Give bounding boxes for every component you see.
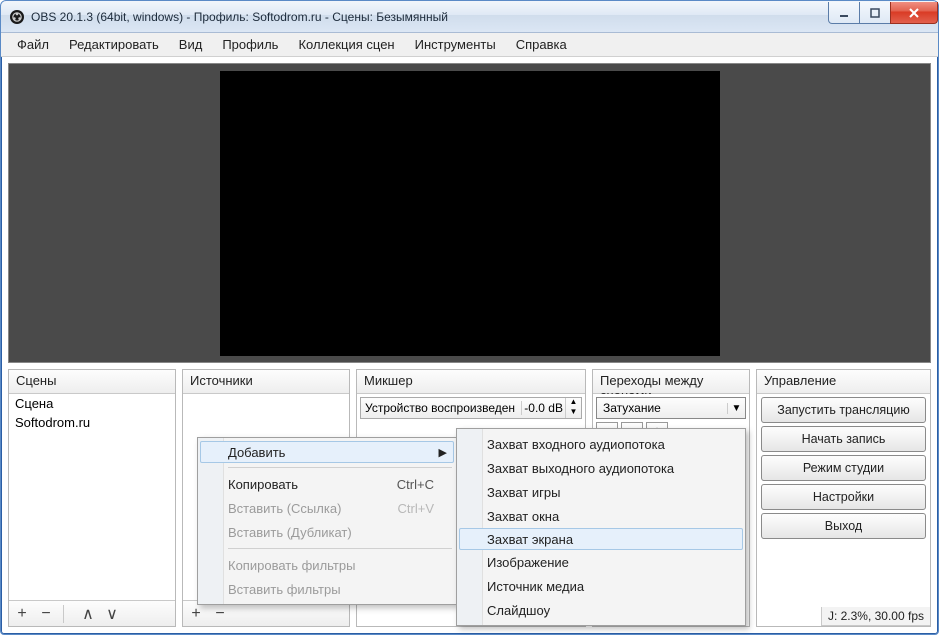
mixer-db-value: -0.0 dB (521, 401, 565, 415)
start-streaming-button[interactable]: Запустить трансляцию (761, 397, 926, 423)
ctx-copy-label: Копировать (228, 477, 298, 492)
separator (228, 548, 452, 549)
close-button[interactable] (890, 2, 938, 24)
scenes-panel: Сцены Сцена Softodrom.ru + − ∧ ∨ (8, 369, 176, 627)
remove-source-button[interactable]: − (211, 605, 229, 623)
scenes-header: Сцены (9, 370, 175, 394)
scenes-list[interactable]: Сцена Softodrom.ru (9, 394, 175, 600)
transition-value: Затухание (597, 401, 727, 415)
scene-up-button[interactable]: ∧ (79, 604, 97, 624)
sources-header: Источники (183, 370, 349, 394)
src-media-source[interactable]: Источник медиа (459, 574, 743, 598)
mixer-device-row[interactable]: Устройство воспроизведен -0.0 dB ▲▼ (360, 397, 582, 419)
ctx-copy-filters-label: Копировать фильтры (228, 558, 355, 573)
src-slideshow[interactable]: Слайдшоу (459, 598, 743, 622)
ctx-add-label: Добавить (228, 445, 285, 460)
ctx-paste-dup-label: Вставить (Дубликат) (228, 525, 352, 540)
ctx-paste-link: Вставить (Ссылка) Ctrl+V (200, 496, 454, 520)
controls-panel: Управление Запустить трансляцию Начать з… (756, 369, 931, 627)
obs-icon (9, 9, 25, 25)
menu-scene-collection[interactable]: Коллекция сцен (288, 34, 404, 55)
scene-item[interactable]: Softodrom.ru (9, 413, 175, 432)
separator (63, 605, 71, 623)
minimize-button[interactable] (828, 2, 860, 24)
remove-scene-button[interactable]: − (37, 605, 55, 623)
src-window-capture[interactable]: Захват окна (459, 504, 743, 528)
add-scene-button[interactable]: + (13, 605, 31, 623)
preview-area[interactable] (8, 63, 931, 363)
submenu-arrow-icon: ▶ (439, 446, 447, 459)
menubar: Файл Редактировать Вид Профиль Коллекция… (1, 33, 938, 57)
controls-header: Управление (757, 370, 930, 394)
window-title: OBS 20.1.3 (64bit, windows) - Профиль: S… (31, 10, 829, 24)
controls-body: Запустить трансляцию Начать запись Режим… (757, 394, 930, 626)
ctx-copy-filters: Копировать фильтры (200, 553, 454, 577)
src-audio-input[interactable]: Захват входного аудиопотока (459, 432, 743, 456)
titlebar[interactable]: OBS 20.1.3 (64bit, windows) - Профиль: S… (1, 1, 938, 33)
menu-tools[interactable]: Инструменты (405, 34, 506, 55)
menu-file[interactable]: Файл (7, 34, 59, 55)
menu-help[interactable]: Справка (506, 34, 577, 55)
scenes-footer: + − ∧ ∨ (9, 600, 175, 626)
sources-context-menu: Добавить ▶ Копировать Ctrl+C Вставить (С… (197, 437, 457, 605)
ctx-copy-shortcut: Ctrl+C (397, 477, 434, 492)
add-source-submenu: Захват входного аудиопотока Захват выход… (456, 428, 746, 626)
src-image[interactable]: Изображение (459, 550, 743, 574)
mixer-device-label: Устройство воспроизведен (361, 401, 521, 415)
chevron-down-icon: ▼ (727, 403, 745, 414)
maximize-button[interactable] (859, 2, 891, 24)
add-source-button[interactable]: + (187, 605, 205, 623)
menu-profile[interactable]: Профиль (212, 34, 288, 55)
ctx-paste-filters-label: Вставить фильтры (228, 582, 341, 597)
mixer-header: Микшер (357, 370, 585, 394)
ctx-paste-shortcut: Ctrl+V (398, 501, 434, 516)
settings-button[interactable]: Настройки (761, 484, 926, 510)
transitions-header: Переходы между сценами (593, 370, 749, 394)
src-audio-output[interactable]: Захват выходного аудиопотока (459, 456, 743, 480)
preview-canvas (220, 71, 720, 356)
menu-edit[interactable]: Редактировать (59, 34, 169, 55)
ctx-paste-dup: Вставить (Дубликат) (200, 520, 454, 544)
studio-mode-button[interactable]: Режим студии (761, 455, 926, 481)
window-buttons (829, 2, 938, 24)
ctx-copy[interactable]: Копировать Ctrl+C (200, 472, 454, 496)
status-bar: J: 2.3%, 30.00 fps (821, 607, 930, 626)
separator (228, 467, 452, 468)
mixer-spinner[interactable]: ▲▼ (565, 398, 581, 418)
scene-down-button[interactable]: ∨ (103, 604, 121, 624)
menu-view[interactable]: Вид (169, 34, 213, 55)
transition-select[interactable]: Затухание ▼ (596, 397, 746, 419)
scene-item[interactable]: Сцена (9, 394, 175, 413)
src-game-capture[interactable]: Захват игры (459, 480, 743, 504)
exit-button[interactable]: Выход (761, 513, 926, 539)
ctx-paste-filters: Вставить фильтры (200, 577, 454, 601)
src-display-capture[interactable]: Захват экрана (459, 528, 743, 550)
ctx-add[interactable]: Добавить ▶ (200, 441, 454, 463)
ctx-paste-link-label: Вставить (Ссылка) (228, 501, 341, 516)
start-recording-button[interactable]: Начать запись (761, 426, 926, 452)
